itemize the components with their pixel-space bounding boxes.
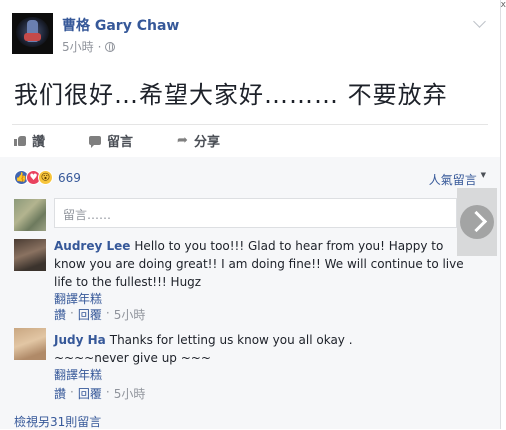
sort-arrow-icon: ▼	[480, 171, 486, 179]
separator-dot: ·	[70, 306, 74, 320]
comment-time[interactable]: 5小時	[114, 306, 146, 323]
comment-like-link[interactable]: 讚	[54, 306, 66, 323]
close-icon[interactable]: x	[501, 0, 506, 10]
reaction-count[interactable]: 669	[58, 171, 81, 185]
meta-separator: ·	[97, 39, 102, 54]
author-avatar[interactable]	[12, 13, 53, 54]
comment-text: ~~~~never give up ~~~	[54, 351, 211, 365]
comment-input[interactable]: 留言……	[54, 198, 457, 228]
comment-reply-link[interactable]: 回覆	[78, 306, 102, 323]
translate-link[interactable]: 翻譯年糕	[54, 366, 102, 383]
comment-icon	[89, 136, 102, 148]
share-button[interactable]: ➦ 分享	[177, 131, 220, 151]
view-more-comments-link[interactable]: 檢視另31則留言	[14, 413, 101, 430]
comment-sort-dropdown[interactable]: 人氣留言 ▼	[429, 171, 486, 188]
chevron-right-icon	[460, 205, 494, 239]
separator-dot: ·	[105, 306, 110, 320]
post-card: 曹格 Gary Chaw 5小時 · 我们很好…希望大家好……… 不要放弃 讚 …	[0, 0, 501, 429]
sort-label: 人氣留言	[428, 173, 477, 187]
comment-reply-link[interactable]: 回覆	[78, 385, 102, 402]
divider	[12, 124, 488, 125]
share-label: 分享	[193, 135, 220, 150]
separator-dot: ·	[105, 385, 110, 399]
author-name[interactable]: 曹格 Gary Chaw	[62, 15, 179, 35]
wow-reaction-icon: 😮	[38, 170, 53, 185]
commenter-avatar[interactable]	[14, 328, 46, 360]
comment-time[interactable]: 5小時	[114, 385, 146, 402]
current-user-avatar	[14, 199, 46, 231]
comment-actions: 讚 · 回覆 · 5小時	[54, 306, 145, 323]
comment-like-link[interactable]: 讚	[54, 385, 66, 402]
post-meta: 5小時 ·	[62, 38, 116, 55]
separator-dot: ·	[70, 385, 74, 399]
post-text: 我们很好…希望大家好……… 不要放弃	[14, 81, 448, 109]
avatar-figure-detail	[24, 33, 41, 41]
translate-link[interactable]: 翻譯年糕	[54, 290, 102, 307]
comment-body: Audrey Lee Hello to you too!!! Glad to he…	[54, 237, 474, 291]
comment-body: Judy Ha Thanks for letting us know you al…	[54, 331, 474, 367]
share-icon: ➦	[177, 132, 188, 148]
post-time[interactable]: 5小時	[62, 38, 94, 55]
comment-author[interactable]: Judy Ha	[54, 333, 106, 347]
commenter-avatar[interactable]	[14, 239, 46, 271]
post-actions: 讚 留言 ➦ 分享	[14, 131, 220, 150]
comment-label: 留言	[107, 135, 134, 150]
comment-actions: 讚 · 回覆 · 5小時	[54, 385, 145, 402]
like-label: 讚	[32, 135, 46, 150]
reactions-summary[interactable]: 👍 ♥ 😮 669	[14, 170, 81, 185]
comment-button[interactable]: 留言	[89, 131, 133, 150]
like-button[interactable]: 讚	[14, 131, 45, 150]
comment-author[interactable]: Audrey Lee	[54, 239, 130, 253]
globe-icon[interactable]	[105, 41, 116, 52]
chevron-down-icon[interactable]	[473, 15, 486, 28]
comment-text: Thanks for letting us know you all okay …	[109, 333, 353, 347]
like-icon	[14, 135, 26, 146]
